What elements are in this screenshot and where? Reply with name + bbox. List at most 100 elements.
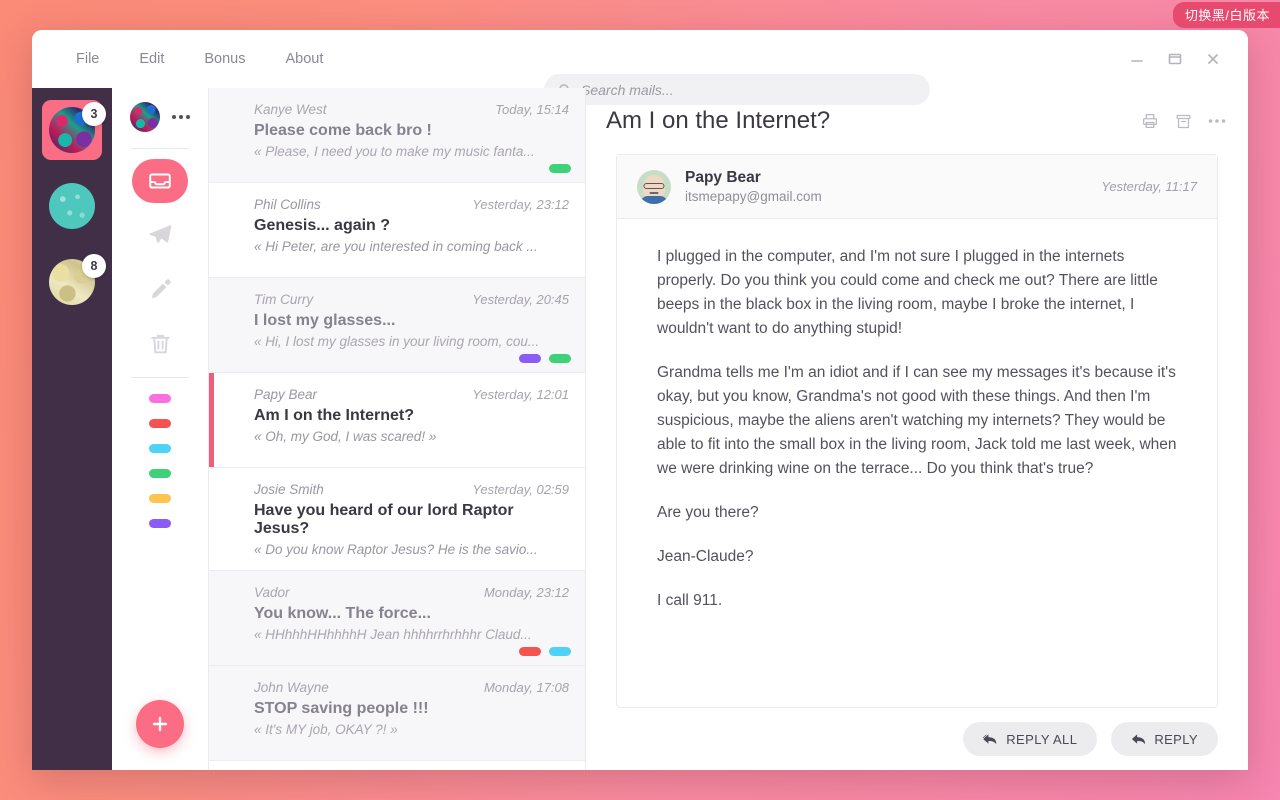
compose-button[interactable] [136,700,184,748]
message-paragraph: I plugged in the computer, and I'm not s… [657,248,1158,337]
mail-tag [549,354,571,363]
folder-trash[interactable] [132,321,188,365]
mail-list-item[interactable]: Kanye West Today, 15:14 Please come back… [209,88,585,183]
mail-sender: Papy Bear [254,387,318,402]
mail-time: Monday, 17:08 [483,680,569,695]
folders-column [112,88,208,770]
mail-tags [549,164,571,173]
mail-time: Yesterday, 02:59 [472,482,569,497]
reply-all-button[interactable]: REPLY ALL [963,722,1098,756]
folder-drafts[interactable] [132,267,188,311]
search-bar[interactable] [544,74,930,105]
more-horizontal-icon[interactable] [1208,118,1226,124]
menu-item-edit[interactable]: Edit [123,45,180,73]
app-window: File Edit Bonus About Search mails... 3 … [32,30,1248,770]
close-icon[interactable] [1196,42,1230,76]
avatar [49,183,95,229]
folders-header [130,102,190,132]
mail-tags [519,354,571,363]
folder-inbox[interactable] [132,159,188,203]
mail-subject: Have you heard of our lord Raptor Jesus? [254,502,514,537]
more-horizontal-icon[interactable] [172,115,190,119]
app-body: 3 8 Kanye West Today, 15:14 Please come … [32,88,1248,770]
tag-filter-purple[interactable] [149,519,171,528]
mail-sender: Kanye West [254,102,327,117]
mail-list-item[interactable]: Vador Monday, 23:12 You know... The forc… [209,571,585,666]
tag-filter-yellow[interactable] [149,494,171,503]
message-time: Yesterday, 11:17 [1101,179,1197,194]
mail-subject: Please come back bro ! [254,122,432,139]
mail-snippet: « HHhhhHHhhhhH Jean hhhhrrhrhhhr Claud..… [254,627,532,642]
reading-pane: Am I on the Internet? Papy Bear itsmepap… [586,88,1248,770]
mail-snippet: « Hi Peter, are you interested in coming… [254,239,538,254]
mail-list[interactable]: Kanye West Today, 15:14 Please come back… [208,88,586,770]
search-input[interactable] [581,81,916,98]
mail-sender: John Wayne [254,680,329,695]
inbox-icon [147,168,173,194]
tag-filter-green[interactable] [149,469,171,478]
message-body: I plugged in the computer, and I'm not s… [617,219,1217,643]
language-toggle-banner[interactable]: 切换黑/白版本 [1172,2,1280,28]
mail-sender: Phil Collins [254,197,321,212]
mail-list-item[interactable]: Tim Curry Yesterday, 20:45 I lost my gla… [209,278,585,373]
mail-time: Yesterday, 20:45 [472,292,569,307]
tag-filter-pink[interactable] [149,394,171,403]
trash-icon [148,331,173,356]
current-account-avatar[interactable] [130,102,160,132]
mail-snippet: « Hi, I lost my glasses in your living r… [254,334,540,349]
divider [131,377,189,378]
reply-all-label: REPLY ALL [1006,731,1078,747]
mail-sender: Tim Curry [254,292,314,307]
plus-icon [149,713,171,735]
reply-button[interactable]: REPLY [1111,722,1218,756]
mail-time: Yesterday, 23:12 [472,197,569,212]
mail-snippet: « Please, I need you to make my music fa… [254,144,535,159]
mail-list-item[interactable]: John Wayne Monday, 17:08 STOP saving peo… [209,666,585,761]
mail-list-item[interactable]: Josie Smith Yesterday, 02:59 Have you he… [209,468,585,571]
message-scroll-area[interactable]: Papy Bear itsmepapy@gmail.com Yesterday,… [586,154,1248,708]
mail-list-item[interactable]: Phil Collins Yesterday, 23:12 Genesis...… [209,183,585,278]
maximize-icon[interactable] [1158,42,1192,76]
mail-snippet: « Oh, my God, I was scared! » [254,429,437,444]
menu-item-bonus[interactable]: Bonus [188,45,261,73]
reading-pane-actions [1141,112,1226,130]
message-header: Papy Bear itsmepapy@gmail.com Yesterday,… [617,155,1217,219]
reply-icon [1131,733,1146,746]
archive-icon[interactable] [1175,113,1192,130]
mail-tag [519,647,541,656]
reading-pane-footer: REPLY ALL REPLY [586,708,1248,770]
reply-all-icon [983,733,998,746]
avatar [637,169,671,204]
message-paragraph: Grandma tells me I'm an idiot and if I c… [657,364,1177,477]
mail-sender: Josie Smith [254,482,324,497]
mail-time: Yesterday, 12:01 [472,387,569,402]
mail-tags [519,647,571,656]
menu-item-file[interactable]: File [60,45,115,73]
message-card: Papy Bear itsmepapy@gmail.com Yesterday,… [616,154,1218,708]
tag-filter-cyan[interactable] [149,444,171,453]
print-icon[interactable] [1141,112,1159,130]
mail-list-item-selected[interactable]: Papy Bear Yesterday, 12:01 Am I on the I… [209,373,585,468]
mail-tag [549,647,571,656]
window-controls [1120,30,1230,88]
minimize-icon[interactable] [1120,42,1154,76]
account-badge-3: 8 [82,254,106,278]
mail-subject: I lost my glasses... [254,312,396,329]
reply-label: REPLY [1154,731,1198,747]
account-avatar-2[interactable] [42,176,102,236]
mail-subject: You know... The force... [254,605,431,622]
mail-time: Monday, 23:12 [483,585,569,600]
account-avatar-1[interactable]: 3 [42,100,106,160]
mail-snippet: « It's MY job, OKAY ?! » [254,722,398,737]
mail-tag [549,164,571,173]
mail-snippet: « Do you know Raptor Jesus? He is the sa… [254,542,538,557]
tag-filter-red[interactable] [149,419,171,428]
mail-sender: Vador [254,585,290,600]
menu-item-about[interactable]: About [270,45,340,73]
message-paragraph: Are you there? [657,504,759,521]
account-avatar-3[interactable]: 8 [42,252,106,312]
sender-email: itsmepapy@gmail.com [685,189,822,204]
mail-tag [519,354,541,363]
folder-sent[interactable] [132,213,188,257]
accounts-rail: 3 8 [32,88,112,770]
